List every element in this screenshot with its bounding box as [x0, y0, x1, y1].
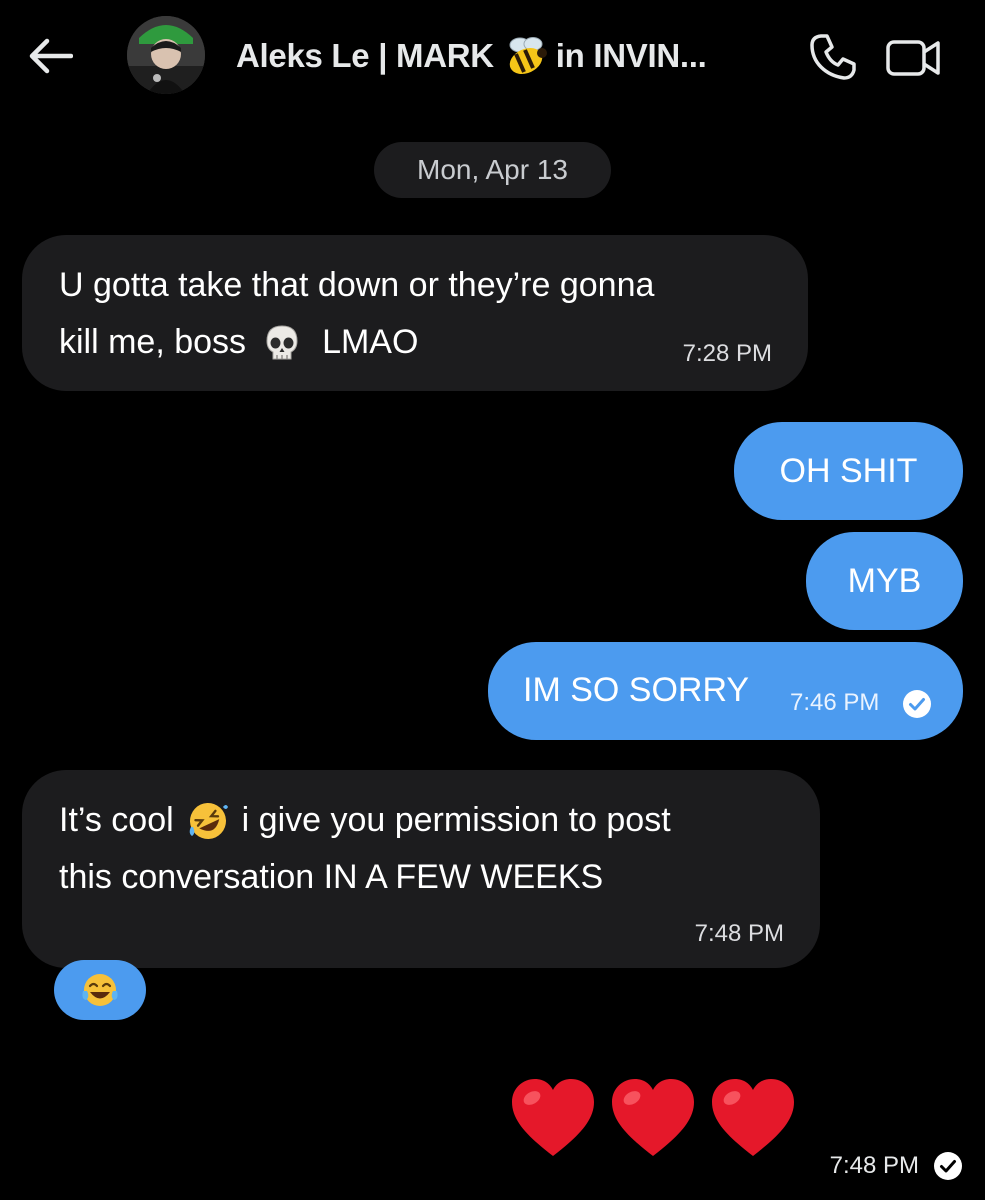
read-check-icon	[902, 689, 932, 719]
red-heart-emoji-icon	[612, 1079, 694, 1156]
read-check-icon	[933, 1151, 963, 1181]
message-bubble-incoming[interactable]: U gotta take that down or they’re gonna …	[22, 235, 808, 391]
message-bubble-incoming[interactable]: It’s cool i give you permission to post …	[22, 770, 820, 968]
message-line: It’s cool i give you permission to post	[59, 792, 671, 849]
date-separator-label: Mon, Apr 13	[417, 154, 568, 185]
message-line-text: It’s cool	[59, 801, 174, 839]
message-meta: 7:48 PM	[830, 1151, 963, 1181]
date-separator: Mon, Apr 13	[374, 142, 611, 198]
message-text: MYB	[847, 561, 922, 600]
red-heart-emoji-icon	[512, 1079, 594, 1156]
bee-emoji-icon	[502, 34, 550, 78]
message-timestamp: 7:48 PM	[694, 920, 784, 947]
message-line: this conversation IN A FEW WEEKS	[59, 858, 604, 896]
message-line: U gotta take that down or they’re gonna	[59, 266, 655, 304]
phone-icon	[810, 34, 856, 80]
message-text: OH SHIT	[779, 451, 918, 490]
message-line-text: i give you permission to post	[241, 801, 671, 839]
message-line: kill me, boss LMAO	[59, 314, 418, 371]
message-bubble-outgoing[interactable]: OH SHIT	[734, 422, 963, 520]
message-bubble-outgoing[interactable]: IM SO SORRY 7:46 PM	[488, 642, 963, 740]
message-bubble-outgoing[interactable]: MYB	[806, 532, 963, 630]
rolling-laughing-emoji-icon	[188, 801, 228, 841]
video-call-button[interactable]	[884, 30, 944, 84]
message-timestamp: 7:46 PM	[790, 689, 880, 716]
emoji-message[interactable]	[508, 1076, 798, 1166]
message-line-text: kill me, boss	[59, 323, 247, 361]
arrow-left-icon	[29, 38, 73, 74]
call-button[interactable]	[806, 30, 860, 84]
message-timestamp: 7:48 PM	[829, 1152, 919, 1179]
skull-emoji-icon	[262, 323, 302, 363]
message-reaction[interactable]	[54, 960, 146, 1020]
contact-name-text: Aleks Le | MARK	[236, 37, 494, 74]
contact-name-suffix: in INVIN...	[555, 37, 707, 74]
message-timestamp: 7:28 PM	[682, 340, 772, 367]
contact-name[interactable]: Aleks Le | MARK in INVIN...	[236, 34, 707, 78]
tears-of-joy-emoji-icon	[82, 974, 118, 1006]
message-line-text: LMAO	[322, 323, 419, 361]
avatar-image	[127, 16, 205, 94]
red-heart-emoji-icon	[712, 1079, 794, 1156]
avatar[interactable]	[127, 16, 205, 94]
message-text: IM SO SORRY	[523, 671, 750, 709]
video-camera-icon	[886, 40, 940, 76]
back-button[interactable]	[24, 30, 76, 82]
